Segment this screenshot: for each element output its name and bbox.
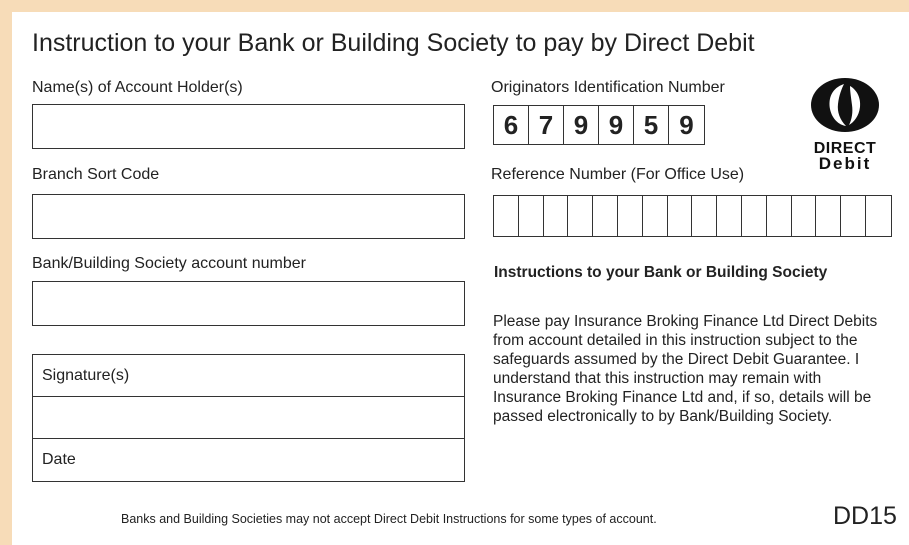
date-field[interactable]: Date xyxy=(33,439,464,481)
reference-label: Reference Number (For Office Use) xyxy=(491,166,745,183)
originator-label: Originators Identification Number xyxy=(491,79,725,96)
originator-digit: 6 xyxy=(494,106,529,144)
reference-cell[interactable] xyxy=(816,196,842,236)
direct-debit-logo: DIRECT Debit xyxy=(795,76,895,172)
reference-cell[interactable] xyxy=(544,196,569,236)
originator-digit: 7 xyxy=(529,106,564,144)
footer-note: Banks and Building Societies may not acc… xyxy=(121,512,657,526)
reference-cell[interactable] xyxy=(742,196,767,236)
logo-line2: Debit xyxy=(818,154,872,173)
instructions-heading: Instructions to your Bank or Building So… xyxy=(494,264,828,281)
sort-code-label: Branch Sort Code xyxy=(32,166,160,183)
direct-debit-logo-mark-icon xyxy=(811,78,879,132)
reference-cell[interactable] xyxy=(841,196,866,236)
originator-id-boxes: 6 7 9 9 5 9 xyxy=(493,105,705,145)
account-holder-field[interactable] xyxy=(32,104,465,149)
reference-cell[interactable] xyxy=(866,196,891,236)
reference-cell[interactable] xyxy=(767,196,792,236)
account-number-field[interactable] xyxy=(32,281,465,326)
signature-box: Signature(s) Date xyxy=(32,354,465,482)
originator-digit: 9 xyxy=(564,106,599,144)
reference-cell[interactable] xyxy=(792,196,817,236)
form-code: DD15 xyxy=(833,502,897,530)
sort-code-field[interactable] xyxy=(32,194,465,239)
signature-field-second-line[interactable] xyxy=(33,397,464,439)
reference-cell[interactable] xyxy=(618,196,643,236)
form-title: Instruction to your Bank or Building Soc… xyxy=(32,29,755,57)
reference-cell[interactable] xyxy=(692,196,718,236)
reference-cell[interactable] xyxy=(643,196,668,236)
signature-field[interactable]: Signature(s) xyxy=(33,355,464,397)
originator-digit: 5 xyxy=(634,106,669,144)
reference-number-boxes xyxy=(493,195,892,237)
reference-cell[interactable] xyxy=(519,196,544,236)
reference-cell[interactable] xyxy=(593,196,618,236)
reference-cell[interactable] xyxy=(668,196,693,236)
date-label: Date xyxy=(42,451,76,468)
originator-digit: 9 xyxy=(599,106,634,144)
signature-label: Signature(s) xyxy=(42,366,130,384)
reference-cell[interactable] xyxy=(494,196,519,236)
reference-cell[interactable] xyxy=(717,196,742,236)
account-holder-label: Name(s) of Account Holder(s) xyxy=(32,79,243,96)
reference-cell[interactable] xyxy=(568,196,594,236)
instructions-body: Please pay Insurance Broking Finance Ltd… xyxy=(493,313,878,425)
direct-debit-form: Instruction to your Bank or Building Soc… xyxy=(12,12,909,545)
account-number-label: Bank/Building Society account number xyxy=(32,255,306,272)
originator-digit: 9 xyxy=(679,109,694,140)
